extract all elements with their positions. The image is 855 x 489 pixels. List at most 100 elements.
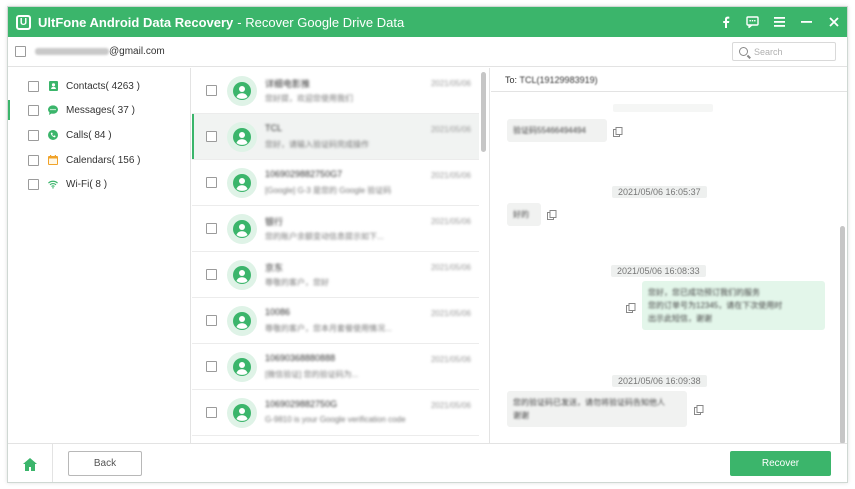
message-summary: TCL 2021/05/06 您好，请输入验证码完成操作 bbox=[265, 120, 479, 154]
recipient-number: TCL(19129983919) bbox=[519, 74, 598, 85]
app-name: UltFone Android Data Recovery bbox=[38, 14, 234, 30]
menu-icon[interactable] bbox=[766, 7, 793, 37]
contacts-icon bbox=[48, 81, 58, 91]
message-bubble-sent: 您好，您已成功预订我们的服务 您的订单号为12345，请在下次使用时 出示此短信… bbox=[642, 281, 825, 330]
message-sender: 1069029882750G bbox=[265, 398, 338, 409]
title-bar: U UltFone Android Data Recovery - Recove… bbox=[8, 7, 847, 37]
message-summary: 详细电影推 2021/05/06 您好提，欢迎您使用我们 bbox=[265, 74, 479, 108]
recover-button[interactable]: Recover bbox=[730, 451, 831, 476]
category-checkbox[interactable] bbox=[28, 154, 39, 166]
account-bar: @gmail.com bbox=[8, 37, 847, 67]
message-summary: 1069029882750G7 2021/05/06 [Google] G-3 … bbox=[265, 166, 479, 200]
select-all-checkbox[interactable] bbox=[15, 46, 26, 57]
bottom-bar: Back Recover bbox=[8, 443, 847, 482]
window-subtitle: - Recover Google Drive Data bbox=[237, 14, 405, 30]
message-date: 2021/05/06 bbox=[430, 308, 471, 318]
message-list-scrollbar[interactable] bbox=[481, 72, 486, 152]
feedback-icon[interactable] bbox=[739, 7, 766, 37]
message-text-line: 您的验证码已发送，请勿将验证码告知他人 bbox=[513, 398, 665, 407]
avatar bbox=[227, 351, 257, 382]
message-text: 验证码55466494494 bbox=[513, 126, 586, 135]
search-box[interactable] bbox=[732, 42, 836, 61]
message-text-line: 出示此短信，谢谢 bbox=[648, 314, 712, 323]
list-item[interactable]: 1069029882750G7 2021/05/06 [Google] G-3 … bbox=[192, 160, 479, 206]
message-preview: [微信验证] 您的验证码为... bbox=[265, 369, 359, 379]
category-label: Wi-Fi( 8 ) bbox=[66, 178, 108, 190]
copy-icon[interactable] bbox=[613, 127, 623, 137]
avatar bbox=[227, 121, 257, 152]
category-checkbox[interactable] bbox=[28, 178, 39, 190]
list-item[interactable]: 京东 2021/05/06 尊敬的客户，您好 bbox=[192, 252, 479, 298]
app-logo-icon: U bbox=[16, 14, 31, 30]
list-item[interactable]: 10690368880888 2021/05/06 [微信验证] 您的验证码为.… bbox=[192, 344, 479, 390]
message-preview: 您的账户余额变动信息提示如下... bbox=[265, 231, 384, 241]
message-date: 2021/05/06 bbox=[430, 354, 471, 364]
message-date: 2021/05/06 bbox=[430, 170, 471, 180]
row-checkbox[interactable] bbox=[206, 361, 217, 372]
copy-icon[interactable] bbox=[547, 210, 557, 220]
category-label: Contacts( 4263 ) bbox=[66, 80, 140, 92]
message-date: 2021/05/06 bbox=[430, 262, 471, 272]
row-checkbox[interactable] bbox=[206, 269, 217, 280]
category-checkbox[interactable] bbox=[28, 104, 39, 116]
close-icon[interactable] bbox=[820, 7, 847, 37]
message-date: 2021/05/06 bbox=[430, 78, 471, 88]
minimize-icon[interactable] bbox=[793, 7, 820, 37]
category-contacts[interactable]: Contacts( 4263 ) bbox=[8, 74, 190, 98]
message-date: 2021/05/06 bbox=[430, 400, 471, 410]
calendar-icon bbox=[48, 155, 58, 165]
search-icon bbox=[739, 47, 748, 56]
list-item[interactable]: 详细电影推 2021/05/06 您好提，欢迎您使用我们 bbox=[192, 68, 479, 114]
calls-icon bbox=[48, 130, 58, 140]
avatar bbox=[227, 305, 257, 336]
row-checkbox[interactable] bbox=[206, 85, 217, 96]
message-text: 好的 bbox=[513, 210, 529, 219]
message-summary: 10690368880888 2021/05/06 [微信验证] 您的验证码为.… bbox=[265, 350, 479, 384]
row-checkbox[interactable] bbox=[206, 177, 217, 188]
message-sender: TCL bbox=[265, 122, 283, 133]
row-checkbox[interactable] bbox=[206, 315, 217, 326]
list-item[interactable]: 10086 2021/05/06 尊敬的客户，您本月套餐使用情况... bbox=[192, 298, 479, 344]
search-input[interactable] bbox=[754, 46, 824, 57]
conversation-header: To: TCL(19129983919) bbox=[491, 68, 847, 92]
message-sender: 10086 bbox=[265, 306, 291, 317]
wifi-icon bbox=[48, 179, 58, 189]
row-checkbox[interactable] bbox=[206, 131, 217, 142]
message-list: 详细电影推 2021/05/06 您好提，欢迎您使用我们 TCL 2021/05… bbox=[192, 68, 490, 443]
message-bubble-received: 您的验证码已发送，请勿将验证码告知他人 谢谢 bbox=[507, 391, 687, 427]
message-date: 2021/05/06 bbox=[430, 216, 471, 226]
avatar bbox=[227, 397, 257, 428]
category-label: Calendars( 156 ) bbox=[66, 154, 141, 166]
message-preview: 尊敬的客户，您本月套餐使用情况... bbox=[265, 323, 392, 333]
category-calls[interactable]: Calls( 84 ) bbox=[8, 123, 190, 147]
category-messages[interactable]: Messages( 37 ) bbox=[8, 98, 190, 122]
list-item[interactable]: 银行 2021/05/06 您的账户余额变动信息提示如下... bbox=[192, 206, 479, 252]
timestamp: 2021/05/06 16:08:33 bbox=[611, 265, 706, 277]
avatar bbox=[227, 167, 257, 198]
message-preview: [Google] G-3 是您的 Google 验证码 bbox=[265, 185, 392, 195]
category-checkbox[interactable] bbox=[28, 80, 39, 92]
message-summary: 1069029882750G 2021/05/06 G-9810 is your… bbox=[265, 396, 479, 430]
copy-icon[interactable] bbox=[626, 303, 636, 313]
message-preview: 您好，请输入验证码完成操作 bbox=[265, 139, 369, 149]
row-checkbox[interactable] bbox=[206, 407, 217, 418]
home-button[interactable] bbox=[8, 444, 53, 482]
facebook-icon[interactable] bbox=[712, 7, 739, 37]
copy-icon[interactable] bbox=[694, 405, 704, 415]
category-checkbox[interactable] bbox=[28, 129, 39, 141]
list-item[interactable]: 1069029882750G 2021/05/06 G-9810 is your… bbox=[192, 390, 479, 436]
list-item[interactable]: 1069019 bbox=[192, 436, 479, 443]
window-controls bbox=[712, 7, 847, 37]
category-label: Calls( 84 ) bbox=[66, 129, 112, 141]
message-preview: 尊敬的客户，您好 bbox=[265, 277, 329, 287]
message-summary: 京东 2021/05/06 尊敬的客户，您好 bbox=[265, 258, 479, 292]
conversation-scrollbar[interactable] bbox=[840, 226, 845, 443]
back-button[interactable]: Back bbox=[68, 451, 142, 476]
category-wifi[interactable]: Wi-Fi( 8 ) bbox=[8, 172, 190, 196]
avatar bbox=[227, 75, 257, 106]
timestamp-partial bbox=[613, 104, 713, 112]
home-icon bbox=[23, 457, 37, 471]
category-calendars[interactable]: Calendars( 156 ) bbox=[8, 148, 190, 172]
row-checkbox[interactable] bbox=[206, 223, 217, 234]
list-item-selected[interactable]: TCL 2021/05/06 您好，请输入验证码完成操作 bbox=[192, 114, 479, 160]
